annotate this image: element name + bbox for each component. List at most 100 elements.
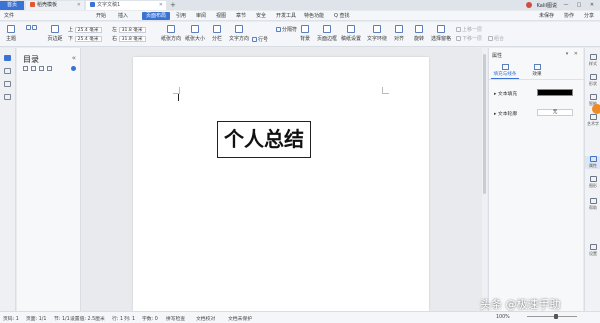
text-fill-color-picker[interactable] [537, 89, 573, 96]
text-outline-label[interactable]: ▸ 文本轮廓 [494, 110, 517, 117]
share-button[interactable]: 分享 [584, 12, 594, 20]
properties-controls[interactable]: ▾ ✕ [566, 51, 580, 57]
margin-corner-mark [382, 87, 389, 94]
menu-view[interactable]: 视图 [216, 12, 226, 20]
find-nav-icon[interactable] [4, 94, 11, 100]
wordart-tool[interactable]: 艺术字 [585, 114, 600, 127]
status-section: 节: 1/1 [54, 317, 70, 322]
breaks-label: 分隔符 [282, 27, 298, 33]
file-menu[interactable]: 文件 [4, 12, 14, 20]
menu-review[interactable]: 审阅 [196, 12, 206, 20]
margin-right-input[interactable]: 31.8 毫米 [118, 35, 146, 42]
new-tab-button[interactable]: + [170, 1, 176, 9]
menu-chapter[interactable]: 章节 [236, 12, 246, 20]
search-menu[interactable]: Q 查找 [334, 12, 350, 20]
margin-top-input[interactable]: 25.4 毫米 [74, 26, 102, 33]
margin-left-input[interactable]: 31.8 毫米 [118, 26, 146, 33]
tab-label: 文字文稿1 [97, 2, 121, 8]
bookmarks-nav-icon[interactable] [4, 81, 11, 87]
close-tab-icon[interactable]: ✕ [77, 1, 81, 10]
zoom-level[interactable]: 100% [496, 315, 510, 320]
title-textbox[interactable]: 个人总结 [217, 121, 311, 158]
theme-label: 主题 [5, 36, 16, 42]
bring-forward-label: 上移一层 [462, 27, 483, 33]
theme-button[interactable]: 主题 [2, 25, 20, 42]
collapse-outline-icon[interactable]: « [72, 54, 76, 62]
avatar[interactable] [525, 2, 532, 8]
minimize-button[interactable]: — [562, 2, 570, 8]
close-window-button[interactable]: ✕ [588, 2, 596, 8]
maximize-button[interactable]: □ [575, 2, 583, 8]
zoom-slider-knob[interactable] [554, 314, 559, 319]
tab-effects[interactable]: 效果 [523, 64, 551, 77]
collaborate-button[interactable]: 协作 [564, 12, 574, 20]
group-button[interactable]: 组合 [488, 35, 504, 42]
text-fill-label[interactable]: ▸ 文本填充 [494, 90, 517, 97]
margin-bottom-input[interactable]: 25.4 毫米 [74, 35, 102, 42]
thumbnails-nav-icon[interactable] [4, 68, 11, 74]
menu-security[interactable]: 安全 [256, 12, 266, 20]
menu-page-layout[interactable]: 页面布局 [142, 12, 171, 20]
spell-check-toggle[interactable]: 拼写检查 [166, 315, 185, 322]
status-page-number[interactable]: 页码: 1 [3, 315, 19, 322]
page-borders-button[interactable]: 页面边框 [316, 25, 338, 42]
menu-developer[interactable]: 开发工具 [276, 12, 296, 20]
align-button[interactable]: 对齐 [390, 25, 408, 42]
tab-document[interactable]: 文字文稿1 ✕ [86, 1, 166, 10]
close-tab-icon[interactable]: ✕ [159, 1, 163, 10]
settings-tool[interactable]: 设置 [585, 244, 600, 257]
status-word-count[interactable]: 字数: 0 [142, 315, 158, 322]
vertical-scrollbar[interactable] [482, 48, 487, 311]
columns-button[interactable]: 分栏 [208, 25, 226, 42]
user-name[interactable]: Kalil图说 [537, 2, 557, 9]
outline-settings-icon[interactable] [71, 66, 76, 71]
send-backward-icon [456, 36, 461, 41]
document-page[interactable]: 个人总结 [133, 57, 429, 311]
status-page-count[interactable]: 页面: 1/1 [26, 315, 46, 322]
collapse-panel-toggle[interactable] [592, 104, 600, 114]
expand-icon[interactable] [23, 66, 28, 71]
unsaved-status[interactable]: 未保存 [539, 12, 554, 20]
zoom-slider[interactable] [527, 316, 577, 317]
rotate-button[interactable]: 旋转 [410, 25, 428, 42]
manuscript-settings-button[interactable]: 稿纸设置 [340, 25, 362, 42]
text-direction-button[interactable]: 文字方向 [228, 25, 250, 42]
style-tool-label: 样式 [589, 61, 597, 66]
tab-fill-and-line-label: 填充与线条 [493, 72, 517, 77]
status-setting: 设置值: 2.5厘米 [70, 317, 105, 322]
background-button[interactable]: 背景 [296, 25, 314, 42]
tab-home[interactable]: 首页 [0, 1, 24, 10]
document-proofing-button[interactable]: 文档校对 [196, 315, 215, 322]
selection-pane-button[interactable]: 选择窗格 [430, 25, 452, 42]
help-tool[interactable]: 帮助 [585, 198, 600, 211]
outline-nav-icon[interactable] [4, 55, 11, 61]
margins-button[interactable]: 页边距 [46, 25, 64, 42]
text-wrap-button[interactable]: 文字环绕 [366, 25, 388, 42]
properties-tool[interactable]: 属性 [585, 156, 600, 169]
menu-references[interactable]: 引用 [176, 12, 186, 20]
scrollbar-thumb[interactable] [483, 54, 486, 194]
settings-icon [589, 244, 597, 250]
menu-insert[interactable]: 插入 [118, 12, 128, 20]
color-icon[interactable] [32, 25, 37, 30]
paper-size-button[interactable]: 纸张大小 [184, 25, 206, 42]
font-icon[interactable] [26, 25, 31, 30]
graphics-tool[interactable]: 图形 [585, 176, 600, 189]
collapse-icon[interactable] [31, 66, 36, 71]
menu-features[interactable]: 特色功能 [304, 12, 324, 20]
send-backward-button[interactable]: 下移一层 [456, 35, 482, 42]
breaks-button[interactable]: 分隔符 [276, 26, 297, 33]
menu-home[interactable]: 开始 [96, 12, 106, 20]
shape-tool[interactable]: 形状 [585, 74, 600, 87]
orientation-button[interactable]: 纸张方向 [160, 25, 182, 42]
tab-fill-and-line[interactable]: 填充与线条 [491, 64, 519, 79]
add-heading-icon[interactable] [39, 66, 44, 71]
text-outline-select[interactable]: 无 [537, 109, 573, 116]
tab-docer-templates[interactable]: 稻壳模板 ✕ [26, 1, 84, 10]
delete-heading-icon[interactable] [47, 66, 52, 71]
bring-forward-button[interactable]: 上移一层 [456, 26, 482, 33]
line-numbers-button[interactable]: 行号 [252, 36, 268, 43]
left-nav-strip [0, 48, 16, 311]
style-tool[interactable]: 样式 [585, 54, 600, 67]
document-protection-status[interactable]: 文档未保护 [228, 315, 252, 322]
